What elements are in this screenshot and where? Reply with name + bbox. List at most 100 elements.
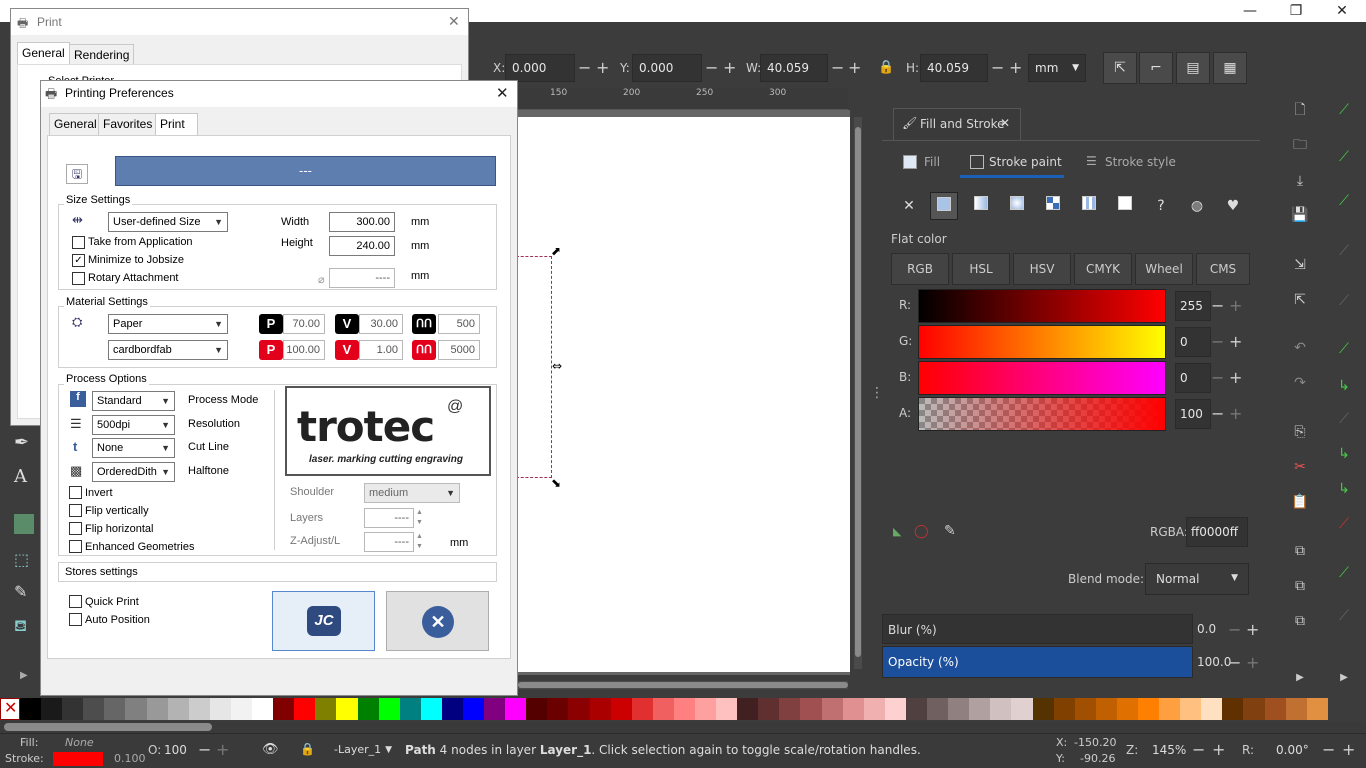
palette-swatch[interactable] [1137,698,1160,720]
alpha-slider[interactable] [918,397,1166,431]
frequency-cut-input[interactable]: 5000 [438,340,480,360]
palette-swatch[interactable] [842,698,864,720]
snap-rotation-icon[interactable]: ⟋ [1333,605,1355,627]
size-preset-select[interactable]: User-defined Size ▼ [108,212,228,232]
tab-rendering[interactable]: Rendering [69,44,135,66]
tab-general[interactable]: General [17,42,70,64]
stroke-width[interactable]: 0.100 [114,752,146,765]
no-paint-button[interactable]: ✕ [895,192,923,220]
resize-handle-icon[interactable]: ⬈ [551,244,561,258]
mode-wheel[interactable]: Wheel [1135,253,1193,285]
alpha-input[interactable]: 100 [1175,399,1211,429]
snap-toggle-icon[interactable]: ⟋ [1333,99,1355,121]
palette-swatch[interactable] [927,698,949,720]
gradient-tool-icon[interactable] [14,514,34,534]
text-tool-icon[interactable]: A [14,466,27,487]
palette-swatch[interactable] [969,698,991,720]
palette-swatch[interactable] [990,698,1012,720]
palette-swatch[interactable] [1053,698,1075,720]
palette-swatch[interactable] [167,698,189,720]
linear-gradient-button[interactable] [967,192,995,220]
palette-swatch[interactable] [294,698,316,720]
invert-checkbox[interactable] [69,486,82,499]
palette-swatch[interactable] [1306,698,1328,720]
snap-path-icon[interactable]: ↳ [1333,375,1355,397]
resize-handle-icon[interactable]: ⇔ [552,359,562,373]
blur-value[interactable]: 0.0 [1197,622,1216,636]
y-plus-button[interactable]: + [723,58,736,77]
snap-bbox-icon[interactable]: ⟋ [1333,146,1355,168]
tab-favorites[interactable]: Favorites [98,113,158,135]
rgba-input[interactable]: ff0000ff [1186,517,1248,547]
visibility-icon[interactable]: 👁 [262,742,279,757]
palette-swatch[interactable] [1180,698,1202,720]
red-plus-button[interactable]: + [1229,296,1242,315]
palette-swatch[interactable] [273,698,295,720]
flat-color-button[interactable] [930,192,958,220]
w-plus-button[interactable]: + [848,58,861,77]
flip-horizontal-checkbox[interactable] [69,522,82,535]
palette-swatch[interactable] [1116,698,1138,720]
close-icon[interactable]: ✕ [448,13,460,30]
resolution-select[interactable]: 500dpi ▼ [92,415,175,435]
material-sub-select[interactable]: cardbordfab ▼ [108,340,228,360]
palette-swatch[interactable] [1285,698,1307,720]
tab-print[interactable]: Print [155,113,198,137]
palette-swatch[interactable] [336,698,358,720]
opacity-value[interactable]: 100.0 [1197,655,1231,669]
power-cut-input[interactable]: 100.00 [283,340,325,360]
cut-line-select[interactable]: None ▼ [92,438,175,458]
palette-swatch[interactable] [378,698,400,720]
zoom-input[interactable]: 145% [1152,743,1186,757]
take-from-app-checkbox[interactable] [72,236,85,249]
rotation-input[interactable]: 0.00° [1276,743,1309,757]
save-favorite-icon[interactable]: 🖫 [66,164,88,184]
alpha-plus-button[interactable]: + [1229,404,1242,423]
x-input[interactable]: 0.000 [505,54,575,82]
import-icon[interactable]: ⇲ [1289,254,1311,276]
minimize-jobsize-checkbox[interactable]: ✓ [72,254,85,267]
palette-swatch[interactable] [252,698,274,720]
fill-rule-nonzero-button[interactable]: ♥ [1219,192,1247,220]
palette-swatch[interactable] [462,698,485,720]
green-input[interactable]: 0 [1175,327,1211,357]
blur-slider[interactable]: Blur (%) [882,614,1193,644]
green-minus-button[interactable]: − [1211,332,1224,351]
color-palette[interactable] [20,698,1328,720]
scale-stroke-toggle[interactable]: ⇱ [1103,52,1137,84]
selected-path[interactable] [516,256,552,478]
transform-gradients-toggle[interactable]: ▤ [1176,52,1210,84]
palette-swatch[interactable] [441,698,463,720]
horizontal-scrollbar[interactable] [518,681,848,689]
zoom-plus-button[interactable]: + [1212,740,1225,759]
palette-swatch[interactable] [884,698,906,720]
palette-swatch[interactable] [1159,698,1181,720]
save-icon[interactable]: 💾 [1289,204,1311,226]
mesh-gradient-button[interactable] [1039,192,1067,220]
redo-icon[interactable]: ↷ [1289,372,1311,394]
palette-swatch[interactable] [83,698,105,720]
clone-icon[interactable]: ⧉ [1289,575,1311,597]
close-icon[interactable]: ✕ [496,84,509,102]
swatch-button[interactable] [1111,192,1139,220]
palette-swatch[interactable] [652,698,674,720]
palette-swatch[interactable] [1095,698,1117,720]
palette-scrollbar[interactable] [0,721,1366,733]
x-plus-button[interactable]: + [596,58,609,77]
palette-swatch[interactable] [905,698,928,720]
palette-swatch[interactable] [41,698,63,720]
h-minus-button[interactable]: − [991,58,1004,77]
blur-plus-button[interactable]: + [1246,620,1259,639]
cancel-button[interactable]: ✕ [386,591,489,651]
palette-swatch[interactable] [230,698,253,720]
document-page[interactable] [518,117,850,672]
rotary-checkbox[interactable] [72,272,85,285]
palette-swatch[interactable] [1243,698,1265,720]
expand-arrow-icon[interactable]: ▶ [1333,667,1355,689]
palette-swatch[interactable] [821,698,843,720]
palette-swatch[interactable] [62,698,84,720]
green-plus-button[interactable]: + [1229,332,1242,351]
close-app-button[interactable]: ✕ [1319,0,1365,22]
palette-swatch[interactable] [695,698,717,720]
duplicate-icon[interactable]: ⧉ [1289,540,1311,562]
